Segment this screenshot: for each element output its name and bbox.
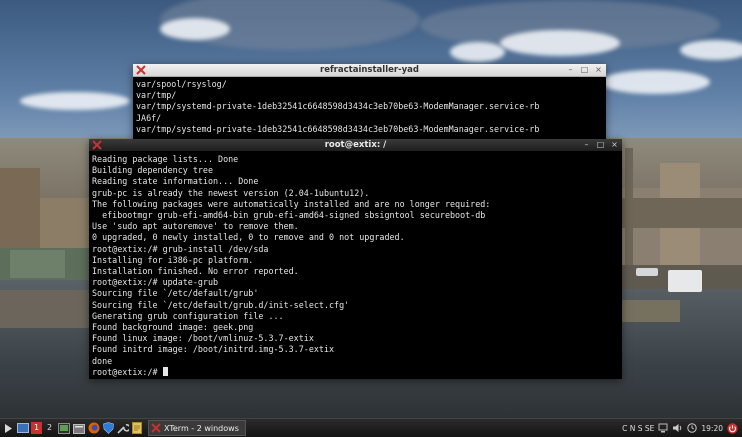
file-manager-icon	[73, 423, 85, 434]
keyboard-layout-indicator[interactable]: C N S SE	[622, 424, 654, 433]
workspace-1[interactable]: 1	[31, 422, 42, 434]
terminal-prompt-line[interactable]: root@extix:/#	[92, 366, 619, 378]
terminal-line: Installing for i386-pc platform.	[92, 254, 254, 265]
file-manager-launcher[interactable]	[73, 422, 85, 434]
terminal-line: Reading package lists... Done	[92, 154, 239, 164]
terminal-icon	[58, 422, 70, 434]
terminal-line: Building dependency tree	[92, 165, 214, 176]
terminal-line: Found initrd image: /boot/initrd.img-5.3…	[92, 344, 335, 355]
taskbar-task-label: XTerm - 2 windows	[164, 423, 239, 433]
wrench-icon	[117, 423, 129, 434]
wallpaper-cloud	[20, 92, 130, 110]
terminal-line: Generating grub configuration file ...	[92, 310, 284, 321]
shield-launcher[interactable]	[103, 422, 114, 434]
wallpaper-cloud	[600, 70, 710, 94]
terminal-line: var/tmp/systemd-private-1deb32541c664859…	[136, 123, 540, 134]
xterm-logo-icon	[92, 140, 102, 150]
terminal-line: Reading state information... Done	[92, 176, 259, 187]
start-menu-button[interactable]	[3, 422, 14, 434]
clock-icon	[687, 423, 698, 433]
terminal-line: Use 'sudo apt autoremove' to remove them…	[92, 221, 299, 232]
wallpaper-boat	[668, 270, 702, 292]
system-tray: C N S SE 19:20	[622, 422, 742, 434]
terminal-line: Found background image: geek.png	[92, 322, 254, 333]
shield-icon	[103, 422, 114, 434]
root-window-titlebar[interactable]: root@extix: / – □ ×	[89, 139, 622, 152]
start-menu-icon	[5, 423, 12, 433]
terminal-line: JA6f/	[136, 112, 162, 123]
installer-terminal-window[interactable]: refractainstaller-yad – □ × var/spool/rs…	[133, 64, 606, 144]
show-desktop-button[interactable]	[17, 422, 29, 434]
maximize-icon[interactable]: □	[580, 65, 589, 74]
terminal-cursor	[162, 366, 168, 376]
wallpaper-cloud	[160, 18, 230, 40]
installer-window-title: refractainstaller-yad	[320, 65, 419, 75]
wallpaper-cloud	[680, 40, 742, 60]
terminal-line: var/tmp/systemd-private-1deb32541c664859…	[136, 101, 540, 112]
terminal-prompt: root@extix:/#	[92, 366, 163, 377]
terminal-line: Found linux image: /boot/vmlinuz-5.3.7-e…	[92, 333, 314, 344]
wallpaper-cloud	[500, 30, 620, 56]
power-icon[interactable]	[727, 422, 738, 434]
network-icon[interactable]	[658, 423, 668, 433]
terminal-line: Sourcing file `/etc/default/grub.d/init-…	[92, 299, 350, 310]
installer-terminal-output[interactable]: var/spool/rsyslog/var/tmp/var/tmp/system…	[133, 77, 606, 144]
terminal-line: root@extix:/# grub-install /dev/sda	[92, 243, 269, 254]
terminal-launcher[interactable]	[58, 422, 70, 434]
taskbar-task-xterm[interactable]: XTerm - 2 windows	[148, 420, 246, 436]
wallpaper-boat	[636, 268, 658, 276]
document-icon	[132, 422, 142, 434]
firefox-icon	[88, 422, 100, 434]
terminal-line: root@extix:/# update-grub	[92, 277, 219, 288]
minimize-icon[interactable]: –	[582, 140, 591, 149]
wallpaper-cloud	[450, 42, 505, 62]
volume-icon[interactable]	[672, 423, 683, 433]
terminal-line: Installation finished. No error reported…	[92, 266, 299, 277]
close-icon[interactable]: ×	[610, 140, 619, 149]
wallpaper-building	[10, 250, 65, 278]
root-terminal-window[interactable]: root@extix: / – □ × Reading package list…	[89, 139, 622, 379]
xterm-logo-icon	[136, 65, 146, 75]
tool-launcher[interactable]	[117, 422, 129, 434]
wallpaper-building	[620, 198, 742, 228]
document-launcher[interactable]	[132, 422, 142, 434]
installer-window-titlebar[interactable]: refractainstaller-yad – □ ×	[133, 64, 606, 77]
wallpaper-pier	[620, 300, 680, 322]
terminal-line: Sourcing file `/etc/default/grub'	[92, 288, 259, 299]
terminal-line: The following packages were automaticall…	[92, 198, 491, 209]
terminal-line: 0 upgraded, 0 newly installed, 0 to remo…	[92, 232, 405, 243]
xterm-logo-icon	[151, 423, 161, 433]
root-terminal-output[interactable]: Reading package lists... Done Building de…	[89, 152, 622, 379]
taskbar: 1 2 XTerm - 2 windows C N S SE 19:20	[0, 418, 742, 437]
clock-time[interactable]: 19:20	[701, 424, 723, 433]
terminal-line: grub-pc is already the newest version (2…	[92, 187, 370, 198]
minimize-icon[interactable]: –	[566, 65, 575, 74]
workspace-2[interactable]: 2	[44, 422, 55, 434]
root-window-title: root@extix: /	[324, 140, 387, 150]
desktop-icon	[17, 423, 29, 433]
terminal-line: var/spool/rsyslog/	[136, 79, 227, 89]
terminal-line: var/tmp/	[136, 90, 177, 101]
firefox-launcher[interactable]	[88, 422, 100, 434]
terminal-line: done	[92, 355, 113, 366]
terminal-line: efibootmgr grub-efi-amd64-bin grub-efi-a…	[92, 210, 486, 221]
close-icon[interactable]: ×	[594, 65, 603, 74]
maximize-icon[interactable]: □	[596, 140, 605, 149]
wallpaper-pier	[0, 290, 95, 328]
